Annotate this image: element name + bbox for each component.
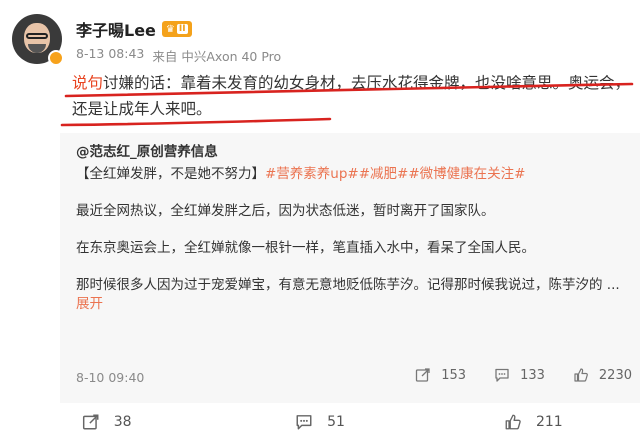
- repost-card[interactable]: @范志红_原创营养信息 【全红婵发胖，不是她不努力】#营养素养up##减肥##微…: [60, 133, 640, 403]
- comment-icon: [494, 367, 510, 383]
- action-bar: 38 51 211: [0, 405, 640, 439]
- author-row: 李子暘Lee ♛ II: [76, 18, 192, 40]
- topic-tag[interactable]: #减肥#: [359, 166, 409, 182]
- topic-tag[interactable]: #营养素养up#: [265, 166, 359, 182]
- repost-author[interactable]: @范志红_原创营养信息: [76, 140, 218, 160]
- device-name: 中兴Axon 40 Pro: [181, 49, 282, 64]
- repost-paragraph: 最近全网热议，全红婵发胖之后，因为状态低迷，暂时离开了国家队。: [76, 203, 495, 219]
- expand-link[interactable]: 展开: [76, 296, 103, 312]
- thumbs-up-icon: [573, 367, 589, 383]
- repost-comment-button[interactable]: 133: [494, 367, 545, 383]
- repost-headline: 【全红婵发胖，不是她不努力】: [76, 166, 265, 182]
- topic-tag[interactable]: #微博健康在关注#: [408, 166, 525, 182]
- repost-share-button[interactable]: 153: [415, 367, 466, 383]
- repost-paragraph: 在东京奥运会上，全红婵就像一根针一样，笔直插入水中，看呆了全国人民。: [76, 240, 535, 256]
- author-name[interactable]: 李子暘Lee: [76, 17, 156, 41]
- comment-count: 51: [327, 414, 345, 430]
- repost-line1: 【全红婵发胖，不是她不努力】#营养素养up##减肥##微博健康在关注#: [76, 165, 624, 184]
- post-text: 说句讨嫌的话：靠着未发育的幼女身材，去压水花得金牌，也没啥意思。奥运会，还是让成…: [72, 70, 632, 122]
- repost-body: 【全红婵发胖，不是她不努力】#营养素养up##减肥##微博健康在关注# 最近全网…: [76, 165, 624, 332]
- share-icon: [415, 367, 431, 383]
- comment-button[interactable]: 51: [213, 413, 426, 431]
- repost-like-button[interactable]: 2230: [573, 367, 632, 383]
- post-meta: 8-13 08:43 来自 中兴Axon 40 Pro: [76, 46, 281, 65]
- repost-paragraph: 那时候很多人因为过于宠爱婵宝，有意无意地贬低陈芋汐。记得那时候我说过，陈芋汐的 …: [76, 276, 624, 314]
- verified-badge-icon: [48, 50, 64, 66]
- ellipsis: ...: [602, 277, 620, 293]
- repost-share-count: 153: [441, 367, 467, 383]
- share-button[interactable]: 38: [0, 413, 213, 431]
- post-time[interactable]: 8-13 08:43: [76, 46, 144, 65]
- source-prefix: 来自: [152, 49, 178, 64]
- repost-actions: 153 133 2230: [415, 367, 632, 383]
- like-button[interactable]: 211: [427, 413, 640, 431]
- share-count: 38: [113, 414, 132, 430]
- post-body: 讨嫌的话：靠着未发育的幼女身材，去压水花得金牌，也没啥意思。奥运会，还是让成年人…: [72, 74, 631, 118]
- post-highlight: 说句: [72, 74, 104, 92]
- repost-paragraph-text: 那时候很多人因为过于宠爱婵宝，有意无意地贬低陈芋汐。记得那时候我说过，陈芋汐的: [76, 277, 603, 293]
- avatar-glasses: [26, 33, 48, 39]
- repost-time[interactable]: 8-10 09:40: [76, 370, 144, 385]
- repost-comment-count: 133: [520, 367, 545, 383]
- thumbs-up-icon: [504, 413, 522, 431]
- repost-like-count: 2230: [598, 367, 632, 383]
- crown-icon: ♛: [165, 23, 175, 35]
- like-count: 211: [535, 414, 563, 430]
- avatar[interactable]: [12, 14, 64, 66]
- vip-level: II: [176, 24, 188, 34]
- vip-badge[interactable]: ♛ II: [161, 21, 192, 37]
- comment-icon: [295, 413, 313, 431]
- share-icon: [82, 413, 100, 431]
